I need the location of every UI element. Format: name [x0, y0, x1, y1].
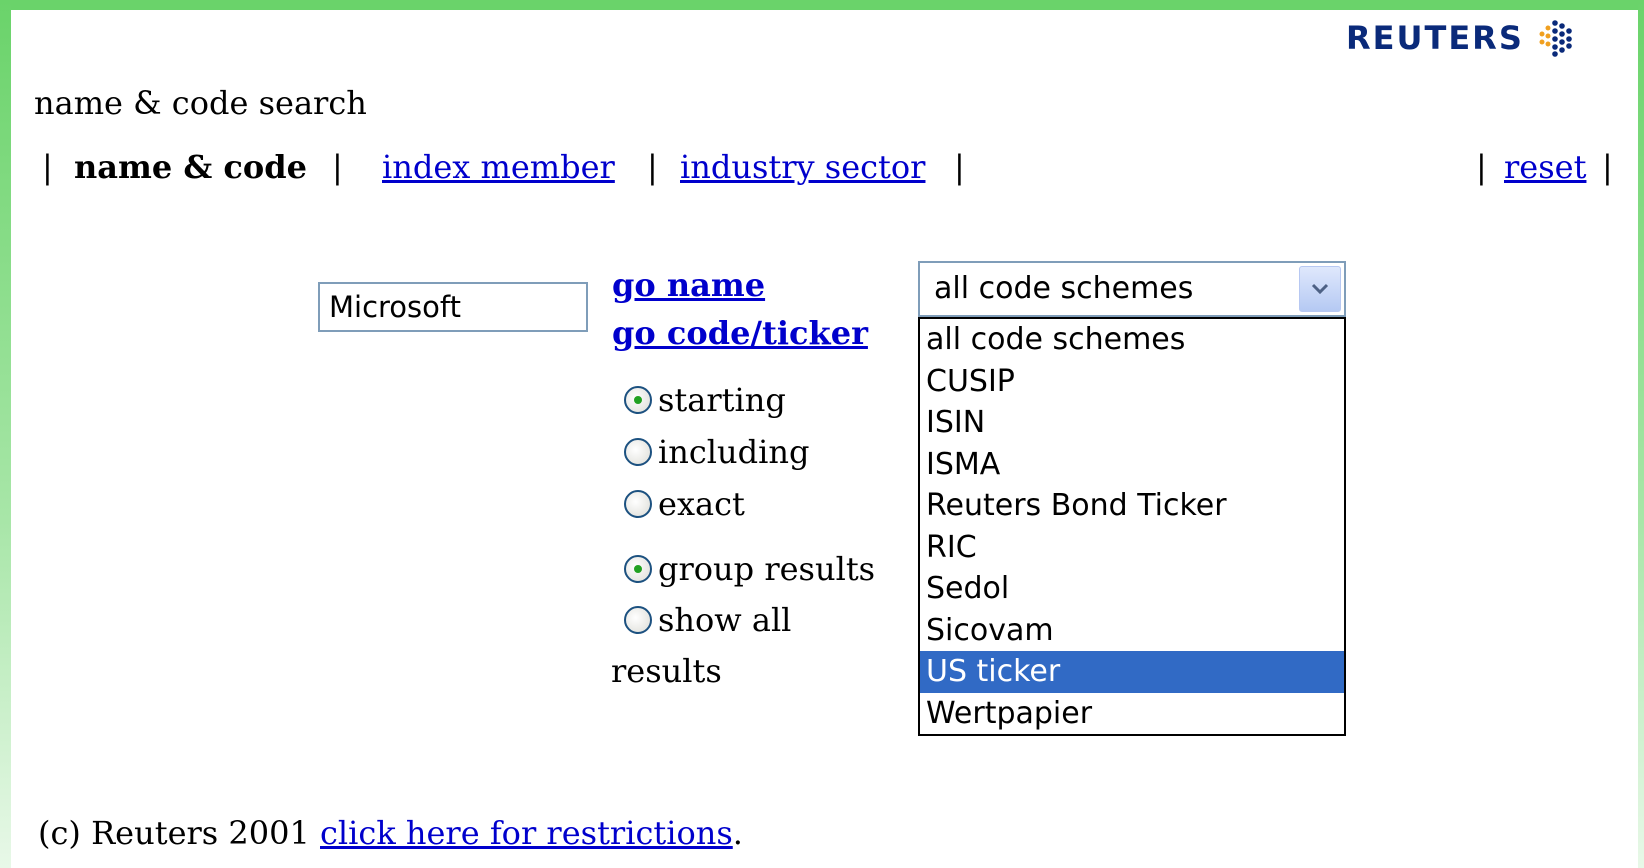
radio-button-icon[interactable]: [624, 555, 652, 583]
chevron-down-icon: [1311, 283, 1329, 295]
logo-text: REUTERS: [1346, 19, 1524, 57]
show-all-label-wrap: results: [611, 652, 722, 690]
radio-button-icon[interactable]: [624, 490, 652, 518]
code-scheme-select[interactable]: all code schemes: [918, 261, 1346, 317]
nav-separator: |: [1602, 148, 1613, 186]
dropdown-arrow-button[interactable]: [1299, 266, 1341, 312]
nav-separator: |: [332, 148, 343, 186]
radio-label: exact: [658, 485, 745, 523]
dropdown-option-ric[interactable]: RIC: [920, 527, 1344, 569]
radio-label: show all: [658, 601, 792, 639]
window-frame-top: [0, 0, 1644, 10]
dropdown-option-cusip[interactable]: CUSIP: [920, 361, 1344, 403]
dropdown-option-isma[interactable]: ISMA: [920, 444, 1344, 486]
nav-separator: |: [1476, 148, 1487, 186]
radio-show-all[interactable]: show all: [624, 600, 791, 640]
dropdown-option-all-code-schemes[interactable]: all code schemes: [920, 319, 1344, 361]
radio-button-icon[interactable]: [624, 438, 652, 466]
dropdown-option-wertpapier[interactable]: Wertpapier: [920, 693, 1344, 735]
radio-button-icon[interactable]: [624, 386, 652, 414]
page-title: name & code search: [34, 84, 367, 122]
window-frame-right: [1638, 0, 1644, 868]
radio-starting[interactable]: starting: [624, 380, 786, 420]
copyright-text: (c) Reuters 2001: [38, 814, 310, 852]
nav-separator: |: [42, 148, 53, 186]
radio-label: group results: [658, 550, 876, 588]
code-scheme-dropdown-list: all code schemes CUSIP ISIN ISMA Reuters…: [918, 317, 1346, 736]
reuters-logo: REUTERS: [1346, 18, 1576, 58]
dropdown-option-sicovam[interactable]: Sicovam: [920, 610, 1344, 652]
nav-current-name-code: name & code: [74, 148, 307, 186]
go-code-ticker-link[interactable]: go code/ticker: [612, 314, 868, 352]
radio-label: including: [658, 433, 810, 471]
radio-label: starting: [658, 381, 786, 419]
search-input[interactable]: [318, 282, 588, 332]
nav-link-index-member[interactable]: index member: [382, 148, 615, 186]
dropdown-option-isin[interactable]: ISIN: [920, 402, 1344, 444]
select-current-value: all code schemes: [934, 271, 1194, 306]
nav-separator: |: [647, 148, 658, 186]
dropdown-option-us-ticker[interactable]: US ticker: [920, 651, 1344, 693]
footer-period: .: [732, 814, 743, 852]
dropdown-option-reuters-bond-ticker[interactable]: Reuters Bond Ticker: [920, 485, 1344, 527]
radio-including[interactable]: including: [624, 432, 809, 472]
reuters-dot-logo-icon: [1539, 20, 1572, 57]
go-name-link[interactable]: go name: [612, 266, 765, 304]
radio-button-icon[interactable]: [624, 606, 652, 634]
nav-separator: |: [954, 148, 965, 186]
reset-link[interactable]: reset: [1504, 148, 1586, 186]
nav-link-industry-sector[interactable]: industry sector: [680, 148, 925, 186]
restrictions-link[interactable]: click here for restrictions: [320, 814, 733, 852]
radio-group-results[interactable]: group results: [624, 549, 875, 589]
dropdown-option-sedol[interactable]: Sedol: [920, 568, 1344, 610]
window-frame-left: [0, 0, 11, 868]
radio-exact[interactable]: exact: [624, 484, 745, 524]
footer: (c) Reuters 2001 click here for restrict…: [38, 814, 743, 852]
